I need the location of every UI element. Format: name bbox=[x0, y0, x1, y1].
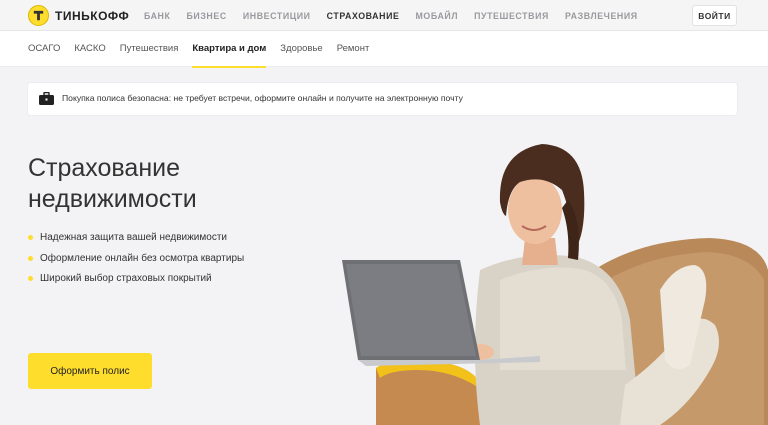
topnav-item-travel[interactable]: ПУТЕШЕСТВИЯ bbox=[474, 11, 549, 21]
benefits-list: Надежная защита вашей недвижимости Оформ… bbox=[28, 231, 244, 293]
subnav-item-kasko[interactable]: КАСКО bbox=[74, 31, 105, 67]
notice-banner: Покупка полиса безопасна: не требует вст… bbox=[28, 83, 737, 115]
brand-name: ТИНЬКОФФ bbox=[55, 8, 130, 23]
subnav-item-repair[interactable]: Ремонт bbox=[337, 31, 370, 67]
briefcase-icon bbox=[39, 92, 54, 105]
topnav-item-entertainment[interactable]: РАЗВЛЕЧЕНИЯ bbox=[565, 11, 638, 21]
subnav-item-osago[interactable]: ОСАГО bbox=[28, 31, 60, 67]
topnav-item-insurance[interactable]: СТРАХОВАНИЕ bbox=[327, 11, 400, 21]
subnav-item-property[interactable]: Квартира и дом bbox=[192, 31, 266, 68]
top-navigation: БАНК БИЗНЕС ИНВЕСТИЦИИ СТРАХОВАНИЕ МОБАЙ… bbox=[144, 11, 654, 21]
page-title-line-1: Страхование bbox=[28, 154, 181, 182]
insurance-subnav: ОСАГО КАСКО Путешествия Квартира и дом З… bbox=[0, 31, 768, 68]
tinkoff-emblem-icon bbox=[28, 5, 49, 26]
subnav-item-travel[interactable]: Путешествия bbox=[120, 31, 179, 67]
topnav-item-mobile[interactable]: МОБАЙЛ bbox=[415, 11, 458, 21]
page-title-line-2: недвижимости bbox=[28, 185, 197, 213]
topnav-item-business[interactable]: БИЗНЕС bbox=[186, 11, 226, 21]
get-policy-button[interactable]: Оформить полис bbox=[28, 353, 152, 389]
topnav-item-bank[interactable]: БАНК bbox=[144, 11, 170, 21]
notice-text: Покупка полиса безопасна: не требует вст… bbox=[62, 93, 463, 103]
logo[interactable]: ТИНЬКОФФ bbox=[28, 5, 129, 26]
top-bar: ТИНЬКОФФ БАНК БИЗНЕС ИНВЕСТИЦИИ СТРАХОВА… bbox=[0, 0, 768, 31]
benefit-item: Широкий выбор страховых покрытий bbox=[28, 272, 244, 293]
hero-photo-woman-with-laptop bbox=[342, 144, 768, 425]
benefit-item: Надежная защита вашей недвижимости bbox=[28, 231, 244, 252]
topnav-item-investments[interactable]: ИНВЕСТИЦИИ bbox=[243, 11, 311, 21]
page-title: Страхование недвижимости bbox=[28, 153, 197, 215]
benefit-item: Оформление онлайн без осмотра квартиры bbox=[28, 252, 244, 273]
login-button[interactable]: ВОЙТИ bbox=[692, 5, 737, 26]
subnav-item-health[interactable]: Здоровье bbox=[280, 31, 322, 67]
